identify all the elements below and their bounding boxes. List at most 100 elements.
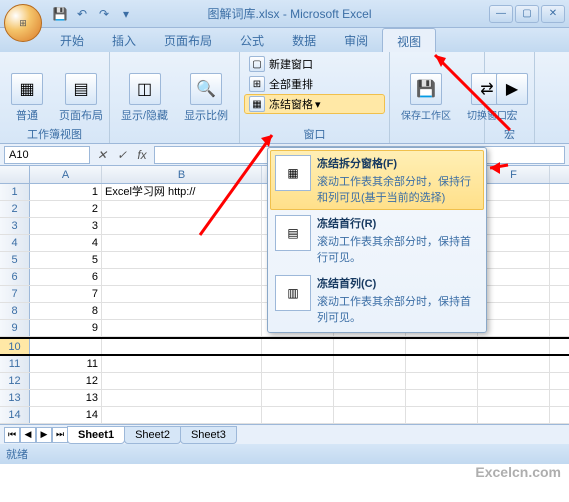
cell[interactable] bbox=[406, 390, 478, 406]
row-header[interactable]: 9 bbox=[0, 320, 30, 336]
fx-icon[interactable]: fx bbox=[134, 147, 150, 163]
enter-icon[interactable]: ✓ bbox=[114, 147, 130, 163]
cell[interactable] bbox=[262, 390, 334, 406]
freeze-first-col-item[interactable]: ▥ 冻结首列(C) 滚动工作表其余部分时，保持首列可见。 bbox=[270, 270, 484, 330]
cell[interactable] bbox=[478, 286, 550, 302]
cell[interactable] bbox=[478, 184, 550, 200]
cell[interactable] bbox=[478, 320, 550, 336]
cell[interactable] bbox=[406, 373, 478, 389]
undo-icon[interactable]: ↶ bbox=[72, 4, 92, 24]
select-all-corner[interactable] bbox=[0, 166, 30, 183]
name-box[interactable] bbox=[4, 146, 90, 164]
cell[interactable]: 11 bbox=[30, 356, 102, 372]
cell[interactable] bbox=[102, 252, 262, 268]
cell[interactable]: 7 bbox=[30, 286, 102, 302]
freeze-panes-button[interactable]: ▦ 冻结窗格▾ bbox=[244, 94, 385, 114]
cell[interactable] bbox=[262, 373, 334, 389]
cell[interactable]: 14 bbox=[30, 407, 102, 423]
cell[interactable]: Excel学习网 http:// bbox=[102, 184, 262, 200]
sheet-next-button[interactable]: ▶ bbox=[36, 427, 52, 443]
sheet-tab-2[interactable]: Sheet2 bbox=[124, 426, 181, 444]
new-window-button[interactable]: ▢ 新建窗口 bbox=[244, 54, 385, 74]
cell[interactable] bbox=[406, 339, 478, 354]
tab-insert[interactable]: 插入 bbox=[98, 28, 150, 52]
cell[interactable] bbox=[102, 356, 262, 372]
cell[interactable]: 8 bbox=[30, 303, 102, 319]
cell[interactable] bbox=[478, 252, 550, 268]
row-header[interactable]: 2 bbox=[0, 201, 30, 217]
row-header[interactable]: 4 bbox=[0, 235, 30, 251]
cell[interactable] bbox=[478, 407, 550, 423]
tab-view[interactable]: 视图 bbox=[382, 28, 436, 52]
row-header[interactable]: 13 bbox=[0, 390, 30, 406]
tab-data[interactable]: 数据 bbox=[278, 28, 330, 52]
cell[interactable]: 6 bbox=[30, 269, 102, 285]
close-button[interactable]: ✕ bbox=[541, 5, 565, 23]
sheet-tab-3[interactable]: Sheet3 bbox=[180, 426, 237, 444]
freeze-split-panes-item[interactable]: ▦ 冻结拆分窗格(F) 滚动工作表其余部分时，保持行和列可见(基于当前的选择) bbox=[270, 150, 484, 210]
office-button[interactable]: ⊞ bbox=[4, 4, 42, 42]
cell[interactable] bbox=[478, 303, 550, 319]
row-header[interactable]: 8 bbox=[0, 303, 30, 319]
cell[interactable] bbox=[102, 339, 262, 354]
cell[interactable] bbox=[102, 286, 262, 302]
minimize-button[interactable]: — bbox=[489, 5, 513, 23]
cell[interactable] bbox=[406, 356, 478, 372]
cell[interactable] bbox=[102, 201, 262, 217]
cell[interactable] bbox=[334, 339, 406, 354]
cell[interactable] bbox=[102, 269, 262, 285]
cell[interactable] bbox=[102, 218, 262, 234]
save-icon[interactable]: 💾 bbox=[50, 4, 70, 24]
tab-home[interactable]: 开始 bbox=[46, 28, 98, 52]
cell[interactable]: 4 bbox=[30, 235, 102, 251]
cell[interactable] bbox=[262, 356, 334, 372]
cell[interactable] bbox=[478, 356, 550, 372]
cell[interactable] bbox=[334, 356, 406, 372]
cell[interactable]: 9 bbox=[30, 320, 102, 336]
cell[interactable] bbox=[102, 235, 262, 251]
cell[interactable] bbox=[102, 390, 262, 406]
cell[interactable]: 5 bbox=[30, 252, 102, 268]
cell[interactable]: 12 bbox=[30, 373, 102, 389]
cell[interactable] bbox=[262, 407, 334, 423]
cell[interactable] bbox=[30, 339, 102, 354]
cell[interactable]: 2 bbox=[30, 201, 102, 217]
arrange-all-button[interactable]: ⊞ 全部重排 bbox=[244, 74, 385, 94]
cell[interactable] bbox=[478, 269, 550, 285]
cancel-icon[interactable]: ✕ bbox=[94, 147, 110, 163]
row-header[interactable]: 14 bbox=[0, 407, 30, 423]
cell[interactable]: 3 bbox=[30, 218, 102, 234]
maximize-button[interactable]: ▢ bbox=[515, 5, 539, 23]
column-header[interactable]: A bbox=[30, 166, 102, 183]
column-header[interactable]: B bbox=[102, 166, 262, 183]
cell[interactable] bbox=[478, 390, 550, 406]
zoom-button[interactable]: 🔍 显示比例 bbox=[177, 54, 235, 141]
cell[interactable]: 13 bbox=[30, 390, 102, 406]
sheet-tab-1[interactable]: Sheet1 bbox=[67, 426, 125, 444]
column-header[interactable]: F bbox=[478, 166, 550, 183]
cell[interactable] bbox=[102, 373, 262, 389]
row-header[interactable]: 5 bbox=[0, 252, 30, 268]
tab-formulas[interactable]: 公式 bbox=[226, 28, 278, 52]
row-header[interactable]: 1 bbox=[0, 184, 30, 200]
tab-review[interactable]: 审阅 bbox=[330, 28, 382, 52]
row-header[interactable]: 12 bbox=[0, 373, 30, 389]
cell[interactable] bbox=[478, 339, 550, 354]
cell[interactable] bbox=[262, 339, 334, 354]
cell[interactable] bbox=[334, 373, 406, 389]
cell[interactable] bbox=[478, 235, 550, 251]
cell[interactable] bbox=[102, 407, 262, 423]
cell[interactable] bbox=[102, 320, 262, 336]
sheet-prev-button[interactable]: ◀ bbox=[20, 427, 36, 443]
tab-page-layout[interactable]: 页面布局 bbox=[150, 28, 226, 52]
row-header[interactable]: 7 bbox=[0, 286, 30, 302]
cell[interactable] bbox=[102, 303, 262, 319]
cell[interactable] bbox=[478, 218, 550, 234]
sheet-first-button[interactable]: ⏮ bbox=[4, 427, 20, 443]
cell[interactable] bbox=[478, 373, 550, 389]
row-header[interactable]: 6 bbox=[0, 269, 30, 285]
row-header[interactable]: 3 bbox=[0, 218, 30, 234]
save-workspace-button[interactable]: 💾 保存工作区 bbox=[394, 54, 458, 141]
cell[interactable]: 1 bbox=[30, 184, 102, 200]
cell[interactable] bbox=[406, 407, 478, 423]
